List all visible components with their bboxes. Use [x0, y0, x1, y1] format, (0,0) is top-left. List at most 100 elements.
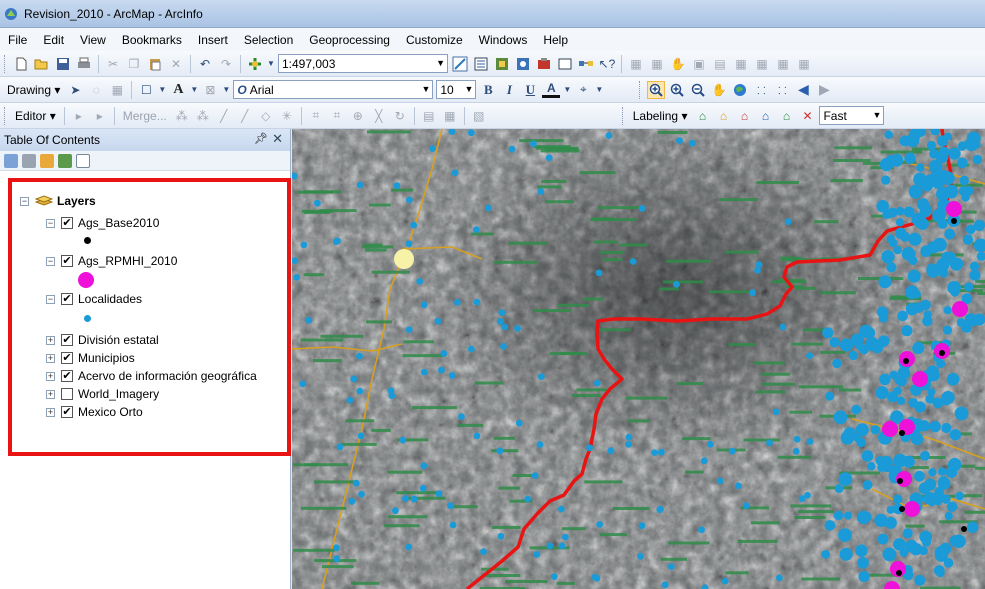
layer-checkbox[interactable]: ✔: [61, 293, 73, 305]
search-window-icon[interactable]: [514, 55, 532, 73]
expand-icon[interactable]: +: [46, 335, 55, 345]
new-doc-icon[interactable]: [12, 55, 30, 73]
bold-button[interactable]: B: [479, 81, 497, 99]
menu-geoprocessing[interactable]: Geoprocessing: [309, 33, 390, 47]
layer-row-division-estatal[interactable]: + ✔ División estatal: [46, 331, 159, 349]
underline-button[interactable]: U: [521, 81, 539, 99]
view-unplaced-icon[interactable]: ✕: [798, 107, 816, 125]
tool-8-icon[interactable]: ▦: [774, 55, 792, 73]
split-icon[interactable]: ⌗: [307, 107, 325, 125]
tool-2-icon[interactable]: ▦: [648, 55, 666, 73]
attributes-icon[interactable]: ▤: [420, 107, 438, 125]
scale-combo[interactable]: 1:497,003 ▼: [278, 54, 448, 73]
list-by-source-icon[interactable]: [22, 153, 36, 168]
sketch-props-icon[interactable]: ↻: [391, 107, 409, 125]
fill-color-icon[interactable]: ⌖: [574, 81, 592, 99]
layer-checkbox[interactable]: ✔: [61, 370, 73, 382]
options-icon[interactable]: [76, 153, 90, 168]
straight-segment-icon[interactable]: ╱: [215, 107, 233, 125]
dropdown-arrow-icon[interactable]: ▼: [595, 81, 603, 99]
delete-icon[interactable]: ✕: [167, 55, 185, 73]
open-icon[interactable]: [33, 55, 51, 73]
list-by-selection-icon[interactable]: [58, 153, 72, 168]
list-by-drawing-order-icon[interactable]: [4, 153, 18, 168]
add-data-icon[interactable]: [246, 55, 264, 73]
toolbar-grip[interactable]: [639, 80, 642, 99]
layer-row-world-imagery[interactable]: + World_Imagery: [46, 385, 159, 403]
menu-bookmarks[interactable]: Bookmarks: [122, 33, 182, 47]
dropdown-arrow-icon[interactable]: ▼: [563, 81, 571, 99]
toolbar-grip[interactable]: [4, 54, 7, 73]
arctoolbox-icon[interactable]: [535, 55, 553, 73]
list-by-visibility-icon[interactable]: [40, 153, 54, 168]
pause-labeling-icon[interactable]: ⌂: [777, 107, 795, 125]
menu-view[interactable]: View: [80, 33, 106, 47]
layer-checkbox[interactable]: ✔: [61, 334, 73, 346]
layer-row-municipios[interactable]: + ✔ Municipios: [46, 349, 135, 367]
help-cursor-icon[interactable]: ↖?: [598, 55, 616, 73]
print-icon[interactable]: [75, 55, 93, 73]
back-icon[interactable]: ◀: [794, 81, 812, 99]
rotate-icon[interactable]: ◌: [87, 81, 105, 99]
dropdown-arrow-icon[interactable]: ▼: [222, 81, 230, 99]
edit-annotation-icon[interactable]: ▸: [91, 107, 109, 125]
layer-checkbox[interactable]: [61, 388, 73, 400]
paste-icon[interactable]: [146, 55, 164, 73]
tool-6-icon[interactable]: ▦: [732, 55, 750, 73]
font-color-button[interactable]: A: [542, 81, 561, 98]
menu-selection[interactable]: Selection: [244, 33, 293, 47]
expand-icon[interactable]: +: [46, 389, 55, 399]
pan-icon[interactable]: ✋: [710, 81, 728, 99]
expand-icon[interactable]: +: [46, 407, 55, 417]
trace-icon[interactable]: ╱: [236, 107, 254, 125]
python-window-icon[interactable]: [556, 55, 574, 73]
edit-tool-icon[interactable]: ▸: [70, 107, 88, 125]
zoom-out-icon[interactable]: [689, 81, 707, 99]
globe-icon[interactable]: [731, 81, 749, 99]
layer-checkbox[interactable]: ✔: [61, 406, 73, 418]
cut-icon[interactable]: ✂: [104, 55, 122, 73]
point-icon[interactable]: ✳: [278, 107, 296, 125]
label-priority-icon[interactable]: ⌂: [714, 107, 732, 125]
polygon-icon[interactable]: ◇: [257, 107, 275, 125]
tool-3-icon[interactable]: ✋: [669, 55, 687, 73]
collapse-icon[interactable]: −: [46, 218, 55, 228]
layer-row-ags-rpmhi-2010[interactable]: − ✔ Ags_RPMHI_2010: [46, 252, 177, 270]
zoom-elements-icon[interactable]: ▦: [108, 81, 126, 99]
cut-polygon-icon[interactable]: ⊕: [349, 107, 367, 125]
dropdown-arrow-icon[interactable]: ▼: [267, 55, 275, 73]
layers-root-row[interactable]: − Layers: [20, 192, 96, 210]
layer-checkbox[interactable]: ✔: [61, 217, 73, 229]
labeling-menu[interactable]: Labeling ▾: [630, 109, 691, 123]
fixed-zoom-out-icon[interactable]: ⸬: [773, 81, 791, 99]
drawing-menu[interactable]: Drawing ▾: [4, 83, 63, 97]
reshape-icon[interactable]: ⁂: [194, 107, 212, 125]
text-icon[interactable]: A: [169, 81, 187, 99]
tool-5-icon[interactable]: ▤: [711, 55, 729, 73]
collapse-icon[interactable]: −: [46, 256, 55, 266]
menu-edit[interactable]: Edit: [43, 33, 64, 47]
toolbar-grip[interactable]: [621, 106, 625, 125]
zoom-in-icon[interactable]: [647, 80, 666, 99]
tool-1-icon[interactable]: ▦: [627, 55, 645, 73]
menu-help[interactable]: Help: [543, 33, 568, 47]
editor-menu[interactable]: Editor ▾: [12, 109, 59, 123]
select-elements-icon[interactable]: ➤: [66, 81, 84, 99]
close-icon[interactable]: ✕: [272, 131, 283, 147]
undo-icon[interactable]: ↶: [196, 55, 214, 73]
toolbar-grip[interactable]: [4, 106, 7, 125]
fixed-zoom-in-icon[interactable]: ⸬: [752, 81, 770, 99]
label-weights-icon[interactable]: ⌂: [735, 107, 753, 125]
forward-icon[interactable]: ▶: [815, 81, 833, 99]
map-view[interactable]: [292, 129, 985, 589]
map-canvas[interactable]: [292, 129, 985, 589]
layer-row-mexico-orto[interactable]: + ✔ Mexico Orto: [46, 403, 143, 421]
expand-icon[interactable]: +: [46, 353, 55, 363]
edit-vertices-icon[interactable]: ⊠: [201, 81, 219, 99]
collapse-icon[interactable]: −: [46, 294, 55, 304]
menu-insert[interactable]: Insert: [198, 33, 228, 47]
layer-checkbox[interactable]: ✔: [61, 352, 73, 364]
layer-row-localidades[interactable]: − ✔ Localidades: [46, 290, 142, 308]
collapse-icon[interactable]: −: [20, 196, 29, 206]
toc-icon[interactable]: [472, 55, 490, 73]
